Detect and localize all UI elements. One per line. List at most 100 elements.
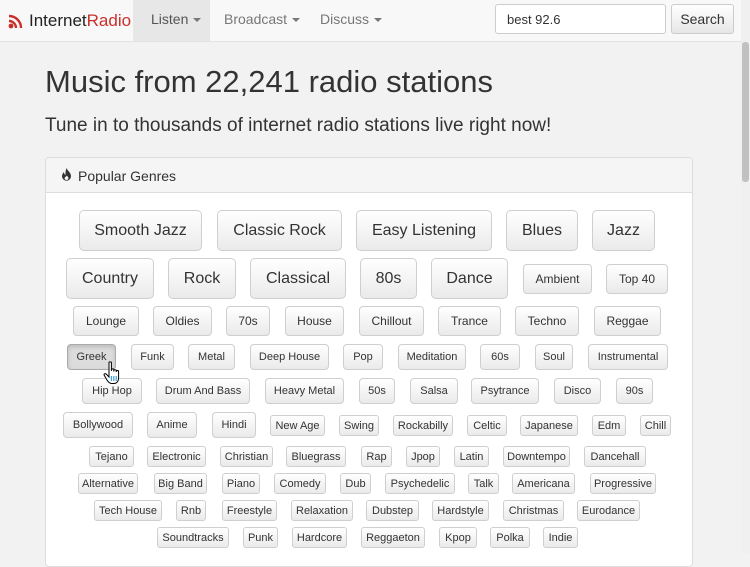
caret-down-icon bbox=[193, 18, 202, 23]
genre-button[interactable]: Freestyle bbox=[222, 500, 277, 521]
genre-button[interactable]: Trance bbox=[438, 306, 501, 336]
genre-button[interactable]: Smooth Jazz bbox=[79, 210, 202, 251]
genre-button[interactable]: Big Band bbox=[154, 473, 207, 494]
genre-button[interactable]: Dancehall bbox=[584, 446, 646, 467]
nav-broadcast[interactable]: Broadcast bbox=[224, 0, 301, 41]
panel-heading-label: Popular Genres bbox=[78, 168, 177, 184]
nav-broadcast-label: Broadcast bbox=[224, 11, 288, 27]
genre-button[interactable]: Japanese bbox=[520, 415, 578, 436]
genre-button[interactable]: Classic Rock bbox=[217, 210, 342, 251]
genre-button[interactable]: Alternative bbox=[78, 473, 138, 494]
genre-button[interactable]: Swing bbox=[339, 415, 379, 436]
genre-button[interactable]: Reggaeton bbox=[361, 527, 425, 548]
genre-button[interactable]: Soul bbox=[535, 344, 573, 370]
genre-button[interactable]: Country bbox=[66, 258, 154, 299]
genre-button[interactable]: Dubstep bbox=[366, 500, 419, 521]
genre-button[interactable]: Rap bbox=[361, 446, 392, 467]
genre-button[interactable]: Piano bbox=[222, 473, 260, 494]
genre-button[interactable]: Tech House bbox=[94, 500, 162, 521]
page-title: Music from 22,241 radio stations bbox=[45, 64, 493, 99]
genre-button[interactable]: Pop bbox=[343, 344, 383, 370]
genre-button[interactable]: Chill bbox=[640, 415, 671, 436]
genre-button[interactable]: Jazz bbox=[592, 210, 655, 251]
genre-button[interactable]: Blues bbox=[506, 210, 578, 251]
nav-listen-label: Listen bbox=[151, 11, 189, 27]
nav-listen[interactable]: Listen bbox=[133, 0, 210, 41]
genre-button[interactable]: Deep House bbox=[250, 344, 329, 370]
genre-button[interactable]: Heavy Metal bbox=[265, 378, 344, 404]
genre-button[interactable]: Top 40 bbox=[606, 264, 668, 294]
genre-button[interactable]: Latin bbox=[454, 446, 489, 467]
genre-button[interactable]: Relaxation bbox=[291, 500, 353, 521]
genre-button[interactable]: Rock bbox=[168, 258, 236, 299]
genre-button[interactable]: Edm bbox=[592, 415, 626, 436]
genre-button[interactable]: Hardstyle bbox=[432, 500, 489, 521]
genre-button[interactable]: Hardcore bbox=[292, 527, 347, 548]
genre-button[interactable]: Psytrance bbox=[471, 378, 539, 404]
top-navbar: InternetRadio Listen Broadcast Discuss S… bbox=[0, 0, 750, 42]
genre-button[interactable]: Tejano bbox=[89, 446, 134, 467]
genre-button[interactable]: Christian bbox=[220, 446, 273, 467]
brand-logo[interactable]: Internet Radio bbox=[7, 10, 131, 32]
genre-button[interactable]: Bluegrass bbox=[286, 446, 346, 467]
scrollbar-thumb[interactable] bbox=[742, 42, 749, 182]
genre-button[interactable]: Polka bbox=[490, 527, 530, 548]
genre-button[interactable]: Anime bbox=[147, 412, 197, 438]
genre-button[interactable]: 50s bbox=[359, 378, 395, 404]
genre-button[interactable]: Reggae bbox=[594, 306, 661, 336]
genre-button[interactable]: Meditation bbox=[398, 344, 466, 370]
genre-button[interactable]: 90s bbox=[616, 378, 653, 404]
search-input[interactable] bbox=[495, 4, 666, 34]
genre-button[interactable]: Oldies bbox=[153, 306, 212, 336]
genre-button[interactable]: Ambient bbox=[523, 264, 592, 294]
genre-button[interactable]: Dub bbox=[340, 473, 371, 494]
genre-button[interactable]: Comedy bbox=[274, 473, 326, 494]
caret-down-icon bbox=[374, 18, 383, 23]
genre-button[interactable]: Funk bbox=[131, 344, 174, 370]
page-subtitle: Tune in to thousands of internet radio s… bbox=[45, 115, 552, 136]
genre-button[interactable]: Hindi bbox=[212, 412, 256, 438]
hand-pointer-icon bbox=[103, 361, 120, 384]
genre-button[interactable]: Kpop bbox=[439, 527, 477, 548]
genre-button[interactable]: Christmas bbox=[503, 500, 564, 521]
genre-button[interactable]: Rockabilly bbox=[393, 415, 453, 436]
fire-icon bbox=[62, 168, 71, 181]
genre-button[interactable]: Chillout bbox=[359, 306, 424, 336]
genre-button[interactable]: Eurodance bbox=[577, 500, 640, 521]
genre-button[interactable]: Disco bbox=[554, 378, 601, 404]
genre-button[interactable]: Psychedelic bbox=[385, 473, 455, 494]
search-button[interactable]: Search bbox=[671, 4, 734, 34]
genre-button[interactable]: Drum And Bass bbox=[156, 378, 250, 404]
genre-button[interactable]: Electronic bbox=[147, 446, 206, 467]
genre-button[interactable]: Downtempo bbox=[503, 446, 570, 467]
genre-button[interactable]: Jpop bbox=[406, 446, 440, 467]
genre-button[interactable]: Punk bbox=[243, 527, 278, 548]
genre-button[interactable]: House bbox=[285, 306, 344, 336]
genre-button[interactable]: Indie bbox=[543, 527, 578, 548]
panel-heading: Popular Genres bbox=[46, 158, 692, 193]
genre-button[interactable]: Progressive bbox=[590, 473, 656, 494]
nav-discuss-label: Discuss bbox=[320, 11, 370, 27]
genre-button[interactable]: Easy Listening bbox=[356, 210, 492, 251]
genre-button[interactable]: 60s bbox=[480, 344, 520, 370]
caret-down-icon bbox=[292, 18, 301, 23]
genre-button[interactable]: Celtic bbox=[467, 415, 507, 436]
genre-button[interactable]: Lounge bbox=[73, 306, 139, 336]
brand-text-radio: Radio bbox=[86, 11, 132, 30]
genre-button[interactable]: Metal bbox=[188, 344, 235, 370]
genre-button[interactable]: 80s bbox=[360, 258, 417, 299]
nav-discuss[interactable]: Discuss bbox=[320, 0, 383, 41]
genre-button[interactable]: Instrumental bbox=[588, 344, 668, 370]
brand-text-internet: Internet bbox=[29, 11, 87, 30]
genre-button[interactable]: Dance bbox=[431, 258, 508, 299]
genre-button[interactable]: Techno bbox=[515, 306, 579, 336]
genre-button[interactable]: Bollywood bbox=[63, 412, 133, 438]
genre-button[interactable]: 70s bbox=[226, 306, 270, 336]
genre-button[interactable]: Rnb bbox=[176, 500, 206, 521]
genre-button[interactable]: Soundtracks bbox=[157, 527, 229, 548]
genre-button[interactable]: Talk bbox=[468, 473, 499, 494]
genre-button[interactable]: New Age bbox=[270, 415, 325, 436]
genre-button[interactable]: Classical bbox=[250, 258, 346, 299]
genre-button[interactable]: Americana bbox=[512, 473, 575, 494]
genre-button[interactable]: Salsa bbox=[410, 378, 458, 404]
